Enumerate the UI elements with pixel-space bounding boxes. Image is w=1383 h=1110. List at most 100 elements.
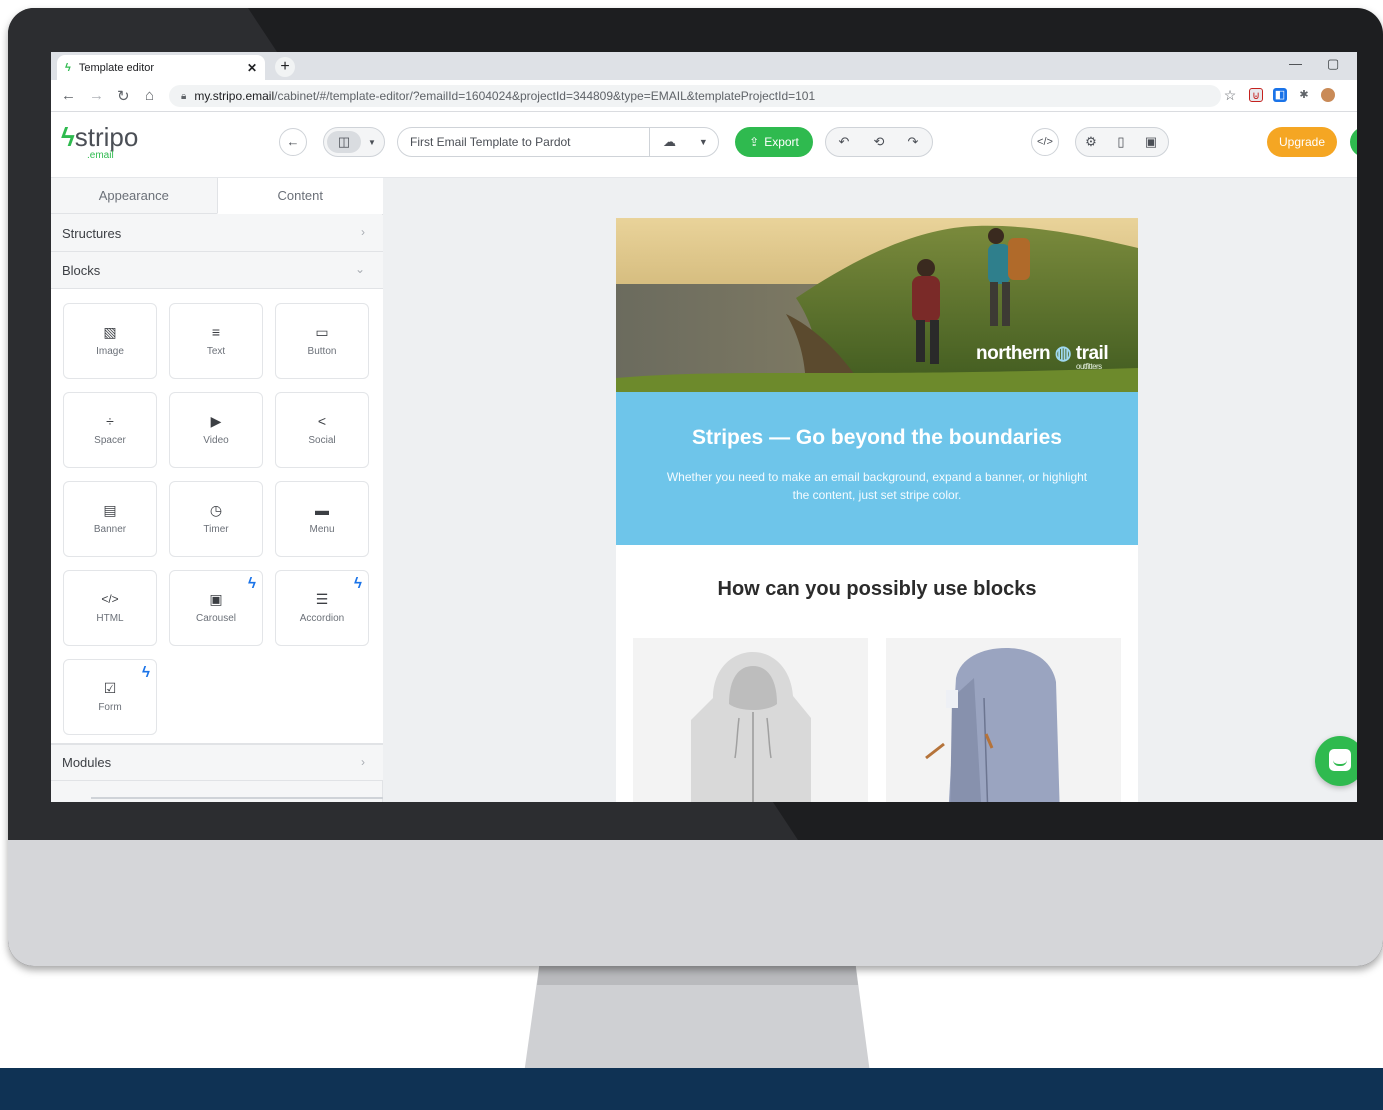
- chat-support-button[interactable]: [1315, 736, 1357, 786]
- html-icon: </>: [101, 592, 119, 606]
- hero-brand-logo: northern ◍ trail outfitters: [976, 342, 1109, 371]
- undo-icon[interactable]: ↶: [826, 134, 862, 150]
- block-label: Accordion: [299, 613, 345, 624]
- back-arrow-icon[interactable]: ←: [61, 87, 76, 104]
- chevron-down-icon: ⌄: [354, 262, 365, 276]
- code-editor-button[interactable]: </>: [1031, 128, 1059, 156]
- block-text[interactable]: ≡ Text: [169, 303, 263, 379]
- sidebar-tabs: Appearance Content: [51, 178, 383, 214]
- back-button[interactable]: ←: [279, 128, 307, 156]
- export-button[interactable]: ⇪ Export: [735, 127, 813, 157]
- product-image-backpack[interactable]: [886, 638, 1121, 802]
- history-controls: ↶ ⟲ ↷: [825, 127, 933, 157]
- block-spacer[interactable]: ÷ Spacer: [63, 392, 157, 468]
- browser-tab[interactable]: ϟ Template editor ✕: [57, 55, 265, 80]
- form-checkbox-icon: ☑: [103, 680, 117, 696]
- gear-icon[interactable]: ⚙: [1076, 134, 1106, 150]
- floor-band: [0, 1068, 1383, 1110]
- layout-switcher[interactable]: ◫ ▼: [323, 127, 385, 157]
- carousel-icon: ▣: [209, 591, 223, 607]
- extension-blue-icon[interactable]: ◧: [1273, 88, 1287, 102]
- minimize-window-icon[interactable]: —: [1289, 56, 1302, 71]
- block-timer[interactable]: ◷ Timer: [169, 481, 263, 557]
- blocks-grid: ▧ Image ≡ Text ▭ Button ÷ Spacer ▶ Video…: [51, 289, 383, 744]
- modules-label: Modules: [62, 755, 112, 770]
- logo-wordmark: stripo: [74, 122, 139, 152]
- block-label: Button: [307, 346, 337, 357]
- block-html[interactable]: </> HTML: [63, 570, 157, 646]
- amp-bolt-icon: ϟ: [248, 575, 256, 592]
- stripo-logo[interactable]: ϟ stripo .email: [61, 122, 139, 161]
- stripo-favicon-icon: ϟ: [65, 61, 71, 74]
- structures-label: Structures: [62, 225, 122, 241]
- stripe-text: Whether you need to make an email backgr…: [666, 470, 1088, 502]
- code-icon: </>: [1037, 136, 1053, 148]
- structures-section-header[interactable]: Structures ›: [51, 215, 383, 252]
- chevron-down-icon[interactable]: ▼: [361, 138, 383, 147]
- backpack-image: [925, 648, 1060, 802]
- block-video[interactable]: ▶ Video: [169, 392, 263, 468]
- block-label: Social: [308, 435, 336, 446]
- extension-pocket-icon[interactable]: ⊍: [1249, 88, 1263, 102]
- monitor-bezel: ϟ Template editor ✕ + — ▢ ← → ↻ ⌂ 🔒︎ my.…: [8, 8, 1383, 966]
- close-tab-icon[interactable]: ✕: [247, 61, 257, 75]
- accordion-icon: ☰: [315, 591, 329, 607]
- clipboard-test-icon[interactable]: ▣: [1136, 134, 1166, 150]
- block-label: Text: [206, 346, 226, 357]
- browser-screen: ϟ Template editor ✕ + — ▢ ← → ↻ ⌂ 🔒︎ my.…: [51, 52, 1357, 802]
- block-banner[interactable]: ▤ Banner: [63, 481, 157, 557]
- tab-content[interactable]: Content: [216, 178, 383, 214]
- profile-avatar-icon[interactable]: [1321, 88, 1335, 102]
- upgrade-button[interactable]: Upgrade: [1267, 127, 1337, 157]
- product-image-hoodie[interactable]: [633, 638, 868, 802]
- hero-logo-sub: outfitters: [1076, 362, 1102, 371]
- reload-icon[interactable]: ↻: [117, 87, 130, 105]
- blocks-section-header[interactable]: Blocks ⌄: [51, 252, 383, 289]
- layout-panel-icon[interactable]: ◫: [327, 131, 361, 153]
- block-label: Image: [96, 346, 124, 357]
- block-social[interactable]: < Social: [275, 392, 369, 468]
- lock-icon: 🔒︎: [181, 90, 187, 102]
- email-preview: northern ◍ trail outfitters Stripes — Go…: [616, 218, 1138, 802]
- stripo-logo-icon: ϟ: [61, 122, 75, 152]
- monitor-mockup: ϟ Template editor ✕ + — ▢ ← → ↻ ⌂ 🔒︎ my.…: [0, 0, 1383, 1110]
- block-carousel[interactable]: ϟ ▣ Carousel: [169, 570, 263, 646]
- block-label: HTML: [96, 613, 124, 624]
- browser-address-row: ← → ↻ ⌂ 🔒︎ my.stripo.email /cabinet/#/te…: [51, 80, 1357, 112]
- user-avatar[interactable]: S: [1350, 127, 1357, 157]
- redo-icon[interactable]: ↷: [896, 134, 930, 150]
- extensions-puzzle-icon[interactable]: ✱: [1297, 88, 1311, 102]
- cloud-upload-icon[interactable]: ☁: [649, 128, 688, 156]
- globe-icon: ◍: [1054, 343, 1072, 364]
- tab-appearance[interactable]: Appearance: [51, 178, 217, 214]
- block-accordion[interactable]: ϟ ☰ Accordion: [275, 570, 369, 646]
- url-bar[interactable]: 🔒︎ my.stripo.email /cabinet/#/template-e…: [169, 85, 1221, 107]
- block-label: Form: [98, 702, 122, 713]
- hero-image[interactable]: northern ◍ trail outfitters: [616, 218, 1138, 392]
- bookmark-star-icon[interactable]: ☆: [1223, 88, 1237, 102]
- restore-window-icon[interactable]: ▢: [1327, 56, 1339, 72]
- forward-arrow-icon[interactable]: →: [89, 87, 104, 104]
- save-options-chevron-icon[interactable]: ▼: [689, 137, 718, 147]
- section-heading[interactable]: How can you possibly use blocks: [616, 578, 1138, 601]
- modules-section-header[interactable]: Modules ›: [51, 744, 383, 781]
- hoodie-image: [691, 652, 811, 802]
- block-form[interactable]: ϟ ☑ Form: [63, 659, 157, 735]
- sidebar-scroll-track[interactable]: [91, 797, 391, 799]
- email-name-field[interactable]: First Email Template to Pardot ☁ ▼: [397, 127, 719, 157]
- export-icon: ⇪: [749, 135, 760, 149]
- home-icon[interactable]: ⌂: [145, 87, 154, 104]
- chevron-right-icon: ›: [361, 755, 365, 769]
- stripe-block[interactable]: Stripes — Go beyond the boundaries Wheth…: [616, 392, 1138, 545]
- block-label: Carousel: [195, 613, 237, 624]
- history-icon[interactable]: ⟲: [862, 134, 896, 150]
- block-menu[interactable]: ▬ Menu: [275, 481, 369, 557]
- block-image[interactable]: ▧ Image: [63, 303, 157, 379]
- export-label: Export: [764, 135, 799, 149]
- device-preview-icon[interactable]: ▯: [1106, 134, 1136, 150]
- spacer-icon: ÷: [106, 413, 114, 429]
- new-tab-button[interactable]: +: [275, 57, 295, 77]
- email-canvas: northern ◍ trail outfitters Stripes — Go…: [383, 178, 1357, 802]
- hero-hikers-image: [616, 218, 1138, 392]
- block-button[interactable]: ▭ Button: [275, 303, 369, 379]
